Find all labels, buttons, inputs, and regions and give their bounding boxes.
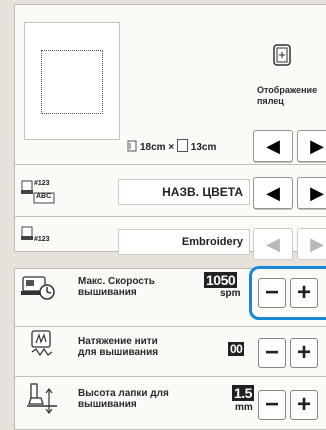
divider: [14, 376, 326, 377]
brand-left-button[interactable]: ◀: [253, 228, 293, 260]
speed-label-line2: вышивания: [78, 287, 137, 298]
color-left-button[interactable]: ◀: [253, 177, 293, 209]
color-icon-top-text: #123: [34, 180, 50, 187]
foot-plus-button[interactable]: +: [290, 390, 318, 420]
foot-label-line2: вышивания: [78, 399, 137, 410]
thread-display-value: НАЗВ. ЦВЕТА: [118, 179, 250, 205]
tension-minus-button[interactable]: −: [258, 338, 286, 368]
tension-plus-button[interactable]: +: [290, 338, 318, 368]
foot-label-line1: Высота лапки для: [78, 388, 169, 399]
thread-tension-icon: [30, 330, 54, 358]
color-icon-bottom-text: ABC: [36, 193, 52, 200]
tension-label-line2: для вышивания: [78, 347, 159, 358]
color-number-icon: [21, 226, 35, 242]
speed-label-line1: Макс. Скорость: [78, 276, 155, 287]
width-value: 18cm: [140, 142, 166, 153]
width-icon: [127, 139, 137, 152]
tension-label-line1: Натяжение нити: [78, 336, 158, 347]
hoop-display-caption: Отображение пялец: [257, 85, 318, 106]
foot-minus-button[interactable]: −: [258, 390, 286, 420]
color-right-button[interactable]: ▶: [297, 177, 326, 209]
divider: [14, 216, 326, 217]
times-sign: ×: [168, 142, 175, 153]
height-icon: [176, 139, 188, 152]
speed-unit: spm: [220, 288, 241, 299]
embroidery-speed-icon: [21, 274, 55, 300]
preview-right-button[interactable]: ▶: [297, 130, 326, 162]
hoop-preview: [24, 22, 120, 140]
brand-icon-text: #123: [34, 236, 50, 243]
speed-plus-button[interactable]: +: [290, 278, 318, 308]
foot-value: 1.5: [232, 385, 254, 401]
divider: [14, 326, 326, 327]
hoop-display-icon[interactable]: [272, 44, 292, 66]
foot-unit: mm: [235, 402, 253, 413]
embroidery-area: [41, 50, 103, 114]
tension-value: 00: [228, 342, 245, 356]
preview-left-button[interactable]: ◀: [253, 130, 293, 162]
size-readout: 18cm × 13cm: [140, 139, 216, 153]
height-value: 13cm: [190, 142, 217, 153]
speed-minus-button[interactable]: −: [258, 278, 286, 308]
divider: [14, 164, 326, 165]
brand-right-button[interactable]: ▶: [297, 228, 326, 260]
thread-brand-value: Embroidery: [118, 229, 250, 255]
presser-foot-height-icon: [27, 382, 59, 416]
